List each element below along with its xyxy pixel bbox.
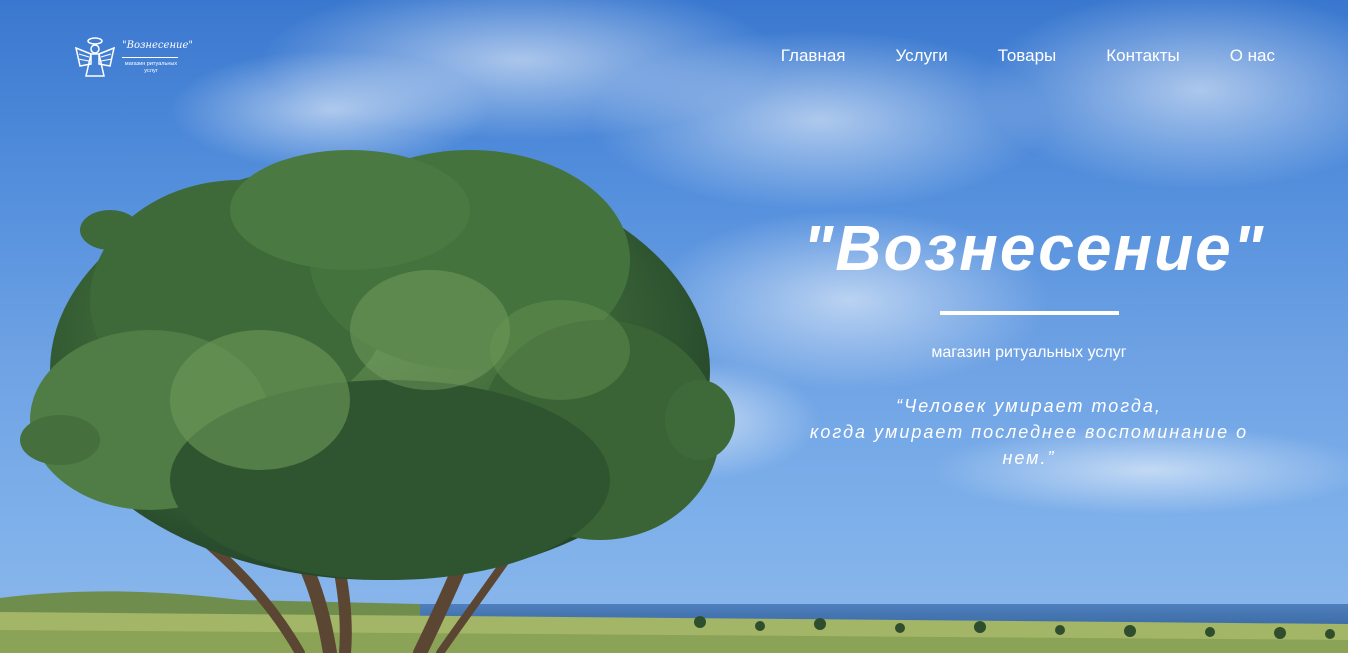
hero-divider: [940, 311, 1119, 315]
nav-link-home[interactable]: Главная: [781, 46, 846, 66]
hero-quote: “Человек умирает тогда, когда умирает по…: [770, 393, 1288, 471]
nav-link-products[interactable]: Товары: [998, 46, 1056, 66]
hero-quote-line: когда умирает последнее воспоминание о: [809, 422, 1249, 442]
hero-title: "Вознесение": [802, 212, 1266, 284]
main-navigation: Главная Услуги Товары Контакты О нас: [781, 46, 1275, 66]
nav-link-contacts[interactable]: Контакты: [1106, 46, 1179, 66]
hero-quote-line: нем.”: [1002, 448, 1056, 468]
nav-link-services[interactable]: Услуги: [896, 46, 948, 66]
logo-tagline: магазин ритуальных услуг: [124, 61, 178, 74]
logo-brand-name: "Вознесение": [122, 40, 193, 51]
nav-link-about[interactable]: О нас: [1230, 46, 1275, 66]
hero-quote-line: “Человек умирает тогда,: [896, 396, 1162, 416]
logo-divider: [122, 57, 178, 58]
site-logo[interactable]: "Вознесение" магазин ритуальных услуг: [74, 36, 193, 82]
hero-background-image: [0, 0, 1348, 653]
hero-subtitle: магазин ритуальных услуг: [931, 344, 1127, 361]
angel-icon: [74, 37, 116, 77]
hero-section: "Вознесение" магазин ритуальных услуг Гл…: [0, 0, 1348, 653]
